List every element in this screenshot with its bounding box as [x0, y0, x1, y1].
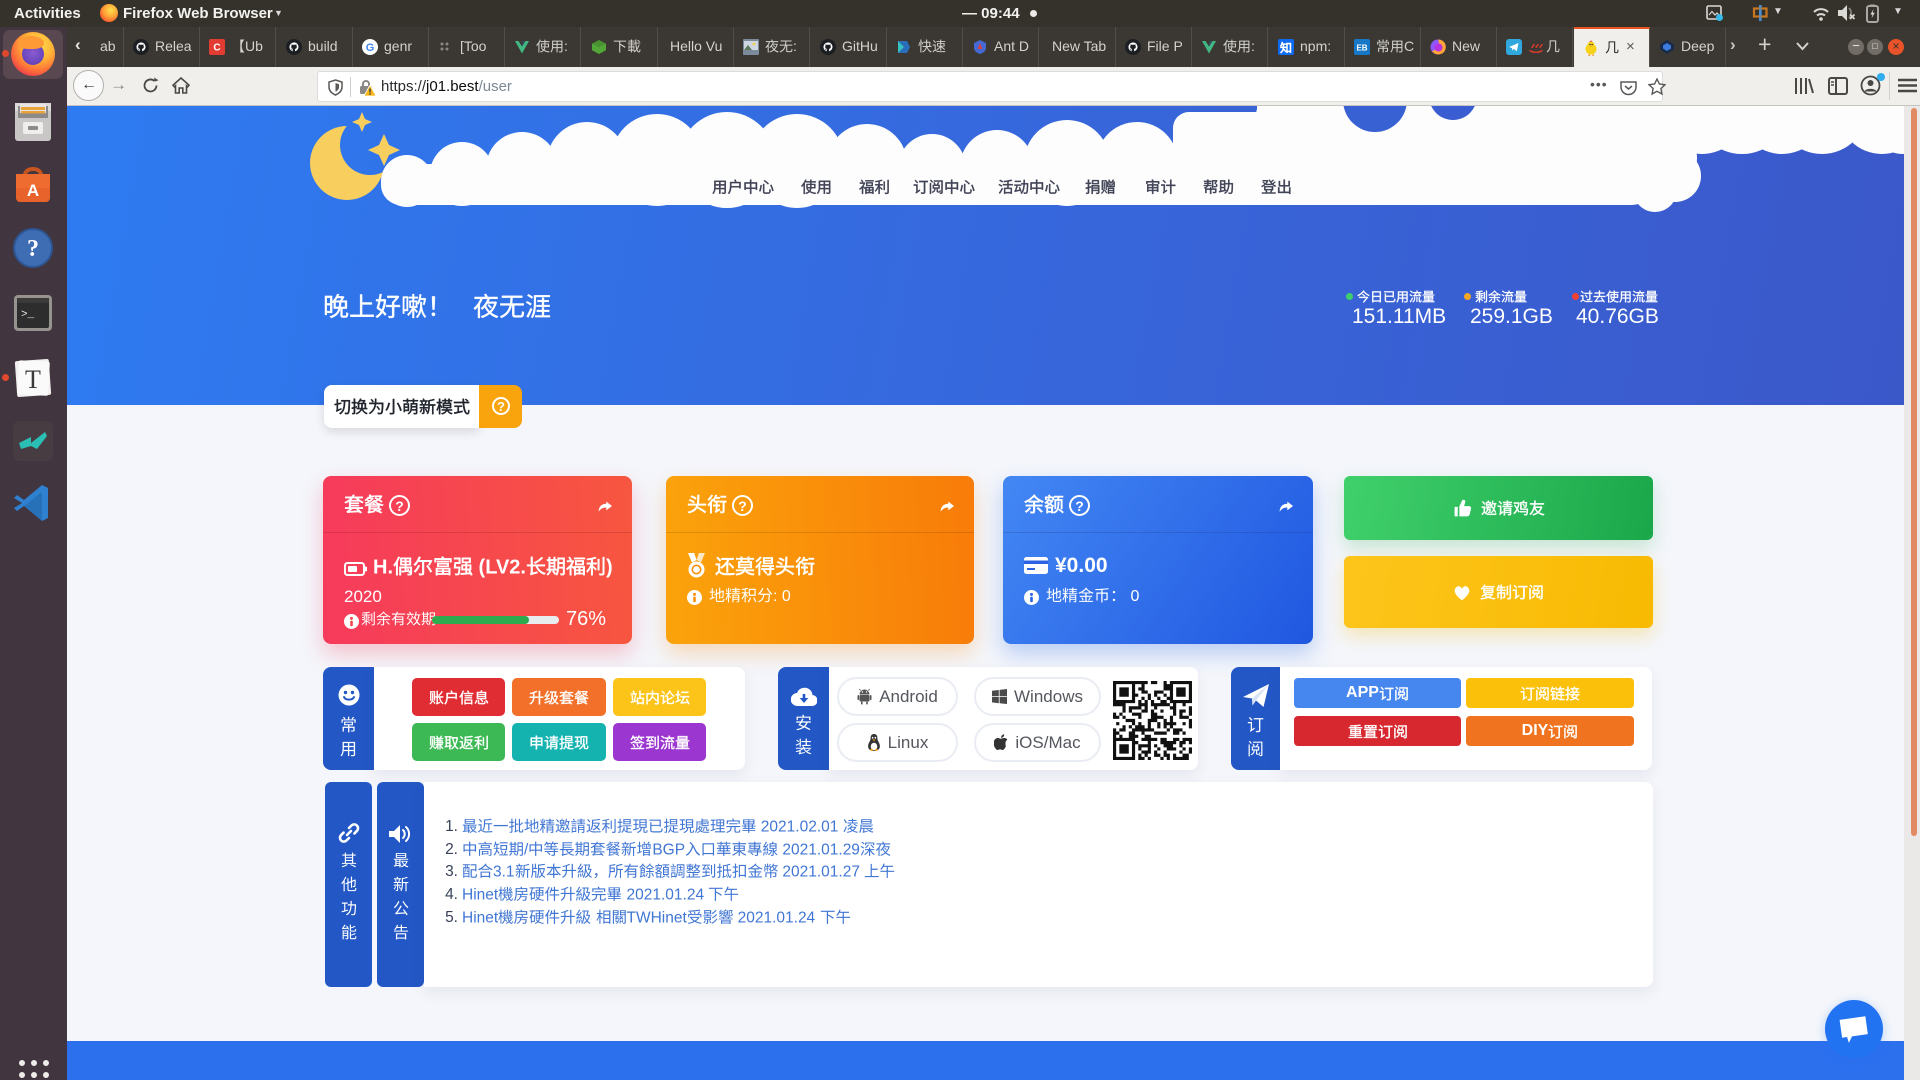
svg-text:?: ?: [27, 236, 39, 262]
svg-text:A: A: [27, 181, 39, 200]
svg-text:C: C: [213, 43, 220, 54]
svg-text:EB: EB: [1356, 44, 1367, 53]
svg-text:>_: >_: [21, 309, 35, 321]
svg-text:T: T: [25, 365, 41, 394]
svg-text:G: G: [366, 42, 375, 54]
